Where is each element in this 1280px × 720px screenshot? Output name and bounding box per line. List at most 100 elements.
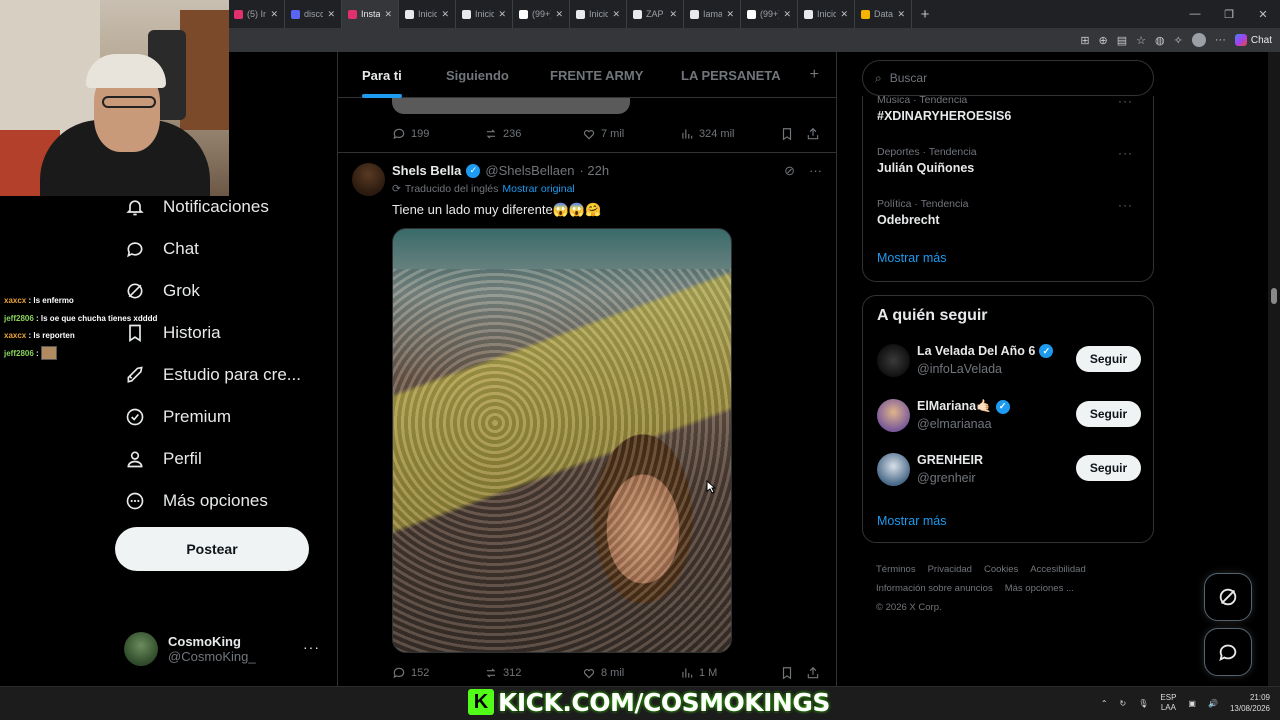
share-button[interactable] — [806, 666, 820, 680]
tweet-author-handle[interactable]: @ShelsBellaen — [485, 163, 574, 178]
search-input[interactable] — [889, 71, 1130, 85]
bookmark-button[interactable] — [780, 127, 806, 141]
follow-suggestion[interactable]: ElMariana🤙🏻 ✓ @elmarianaa Seguir — [877, 399, 1141, 435]
footer-link[interactable]: Accesibilidad — [1030, 564, 1085, 575]
browser-tab[interactable]: Iama ✕ — [684, 0, 741, 28]
footer-link[interactable]: Información sobre anuncios — [876, 583, 993, 594]
scrollbar-thumb[interactable] — [1271, 288, 1277, 304]
show-more-trends-link[interactable]: Mostrar más — [877, 251, 946, 265]
browser-tab[interactable]: Data ✕ — [855, 0, 912, 28]
browser-tab[interactable]: ZAP ✕ — [627, 0, 684, 28]
share-button[interactable] — [806, 127, 820, 141]
tweet-video[interactable] — [392, 228, 732, 653]
follow-suggestion[interactable]: GRENHEIR @grenheir Seguir — [877, 453, 1141, 489]
clock[interactable]: 21:09 13/08/2026 — [1230, 692, 1270, 714]
tab-frente-army[interactable]: FRENTE ARMY — [550, 52, 643, 98]
close-tab-icon[interactable]: ✕ — [555, 9, 563, 20]
browser-profile-avatar[interactable] — [1191, 33, 1206, 47]
maximize-icon[interactable]: ❐ — [1212, 8, 1246, 21]
menu-dots-icon[interactable]: ··· — [1215, 34, 1226, 46]
bookmark-button[interactable] — [780, 666, 806, 680]
repost-button[interactable]: 236 — [484, 127, 582, 141]
nav-item-más-opciones[interactable]: Más opciones — [115, 480, 315, 522]
close-tab-icon[interactable]: ✕ — [897, 9, 905, 20]
minimize-icon[interactable]: — — [1178, 8, 1212, 20]
avatar[interactable] — [877, 453, 910, 486]
close-tab-icon[interactable]: ✕ — [498, 9, 506, 20]
trend-item[interactable]: Deportes · Tendencia Julián Quiñones ··· — [877, 146, 1141, 175]
tweet-time[interactable]: · 22h — [579, 163, 609, 178]
repost-button[interactable]: 312 — [484, 666, 582, 680]
browser-tab[interactable]: Inicio ✕ — [399, 0, 456, 28]
page-scrollbar[interactable] — [1268, 52, 1280, 686]
follow-suggestion[interactable]: La Velada Del Año 6 ✓ @infoLaVelada Seguir — [877, 344, 1141, 380]
account-switcher[interactable]: CosmoKing @CosmoKing_ ··· — [124, 631, 324, 667]
new-tab-icon[interactable]: + — [912, 6, 938, 23]
search-box[interactable]: ⌕ — [862, 60, 1154, 96]
follow-button[interactable]: Seguir — [1076, 455, 1141, 481]
close-tab-icon[interactable]: ✕ — [612, 9, 620, 20]
grok-icon[interactable]: ⊘ — [784, 163, 795, 179]
like-button[interactable]: 7 mil — [582, 127, 680, 141]
more-dots-icon[interactable]: ··· — [1118, 198, 1133, 212]
close-tab-icon[interactable]: ✕ — [441, 9, 449, 20]
views-button[interactable]: 324 mil — [680, 127, 780, 141]
language-indicator[interactable]: ESP LAA — [1160, 693, 1176, 713]
footer-link[interactable]: Más opciones ... — [1005, 583, 1074, 594]
show-original-link[interactable]: Mostrar original — [502, 183, 574, 195]
chevron-up-icon[interactable]: ⌃ — [1101, 699, 1108, 708]
messages-floating-button[interactable] — [1204, 628, 1252, 676]
views-button[interactable]: 1 M — [680, 666, 780, 680]
trend-item[interactable]: Música · Tendencia #XDINARYHEROESIS6 ··· — [877, 94, 1141, 123]
browser-chat-button[interactable]: Chat — [1234, 34, 1272, 46]
browser-tab[interactable]: (99+)✕ — [741, 0, 798, 28]
star-icon[interactable]: ☆ — [1136, 34, 1146, 47]
browser-tab[interactable]: Inicio ✕ — [570, 0, 627, 28]
close-tab-icon[interactable]: ✕ — [669, 9, 677, 20]
extensions-puzzle-icon[interactable]: ✧ — [1174, 34, 1183, 47]
tweet-author-name[interactable]: Shels Bella — [392, 163, 461, 178]
browser-tab[interactable]: (5) Ins ✕ — [228, 0, 285, 28]
close-tab-icon[interactable]: ✕ — [384, 9, 392, 20]
browser-tab[interactable]: Instag✕ — [342, 0, 399, 28]
install-app-icon[interactable]: ⊞ — [1080, 34, 1089, 47]
more-dots-icon[interactable]: ··· — [1118, 146, 1133, 160]
tab-la-persaneta[interactable]: LA PERSANETA — [681, 52, 781, 98]
browser-tab[interactable]: disco ✕ — [285, 0, 342, 28]
footer-link[interactable]: © 2026 X Corp. — [876, 602, 942, 613]
close-tab-icon[interactable]: ✕ — [327, 9, 335, 20]
volume-icon[interactable]: 🔊 — [1208, 699, 1218, 708]
reply-button[interactable]: 199 — [392, 127, 484, 141]
avatar[interactable] — [877, 399, 910, 432]
more-dots-icon[interactable]: ··· — [1118, 94, 1133, 108]
avatar[interactable] — [877, 344, 910, 377]
tab-para-ti[interactable]: Para ti — [362, 52, 402, 98]
nav-item-perfil[interactable]: Perfil — [115, 438, 315, 480]
follow-button[interactable]: Seguir — [1076, 346, 1141, 372]
close-window-icon[interactable]: ✕ — [1246, 8, 1280, 21]
browser-tab[interactable]: Inicio ✕ — [798, 0, 855, 28]
close-tab-icon[interactable]: ✕ — [783, 9, 791, 20]
like-button[interactable]: 8 mil — [582, 666, 680, 680]
trend-item[interactable]: Política · Tendencia Odebrecht ··· — [877, 198, 1141, 227]
sync-icon[interactable]: ↻ — [1120, 699, 1127, 708]
network-icon[interactable]: ▣ — [1188, 699, 1196, 708]
show-more-follow-link[interactable]: Mostrar más — [877, 514, 946, 528]
add-tab-icon[interactable]: + — [810, 66, 819, 84]
nav-item-chat[interactable]: Chat — [115, 228, 315, 270]
extension-icon[interactable]: ◍ — [1155, 34, 1165, 47]
footer-link[interactable]: Cookies — [984, 564, 1018, 575]
reader-icon[interactable]: ▤ — [1117, 34, 1127, 47]
browser-tab[interactable]: (99+)✕ — [513, 0, 570, 28]
more-dots-icon[interactable]: ··· — [303, 639, 320, 655]
close-tab-icon[interactable]: ✕ — [270, 9, 278, 20]
browser-tab[interactable]: Inicio ✕ — [456, 0, 513, 28]
close-tab-icon[interactable]: ✕ — [840, 9, 848, 20]
tweet-avatar[interactable] — [352, 163, 385, 196]
more-dots-icon[interactable]: ··· — [809, 163, 822, 179]
reply-button[interactable]: 152 — [392, 666, 484, 680]
footer-link[interactable]: Términos — [876, 564, 916, 575]
close-tab-icon[interactable]: ✕ — [726, 9, 734, 20]
post-button[interactable]: Postear — [115, 527, 309, 571]
footer-link[interactable]: Privacidad — [928, 564, 972, 575]
